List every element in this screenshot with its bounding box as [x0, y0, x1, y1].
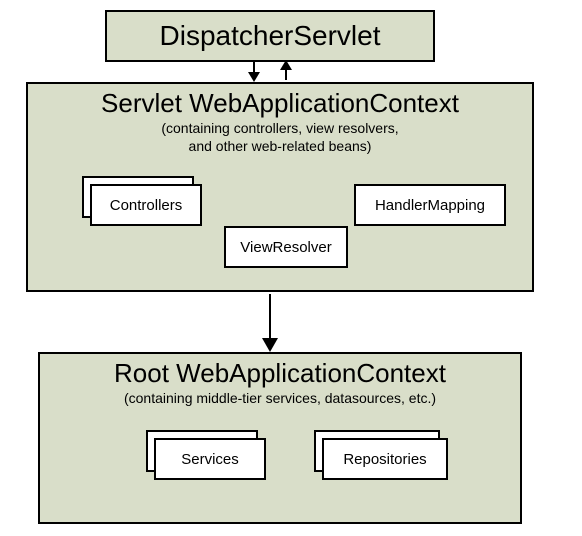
dispatcher-servlet-box: DispatcherServlet [105, 10, 435, 62]
servlet-context-title: Servlet WebApplicationContext [28, 88, 532, 119]
services-box: Services [154, 438, 266, 480]
arrow-dispatcher-to-servlet [240, 60, 300, 82]
servlet-context-box: Servlet WebApplicationContext (containin… [26, 82, 534, 292]
handlermapping-box: HandlerMapping [354, 184, 506, 226]
repositories-box: Repositories [322, 438, 448, 480]
root-context-subtitle: (containing middle-tier services, dataso… [40, 389, 520, 407]
arrow-servlet-to-root [256, 292, 284, 352]
handlermapping-label: HandlerMapping [375, 197, 485, 214]
viewresolver-label: ViewResolver [240, 239, 331, 256]
viewresolver-box: ViewResolver [224, 226, 348, 268]
servlet-context-subtitle1: (containing controllers, view resolvers, [28, 119, 532, 137]
services-label: Services [181, 451, 239, 468]
repositories-label: Repositories [343, 451, 426, 468]
dispatcher-servlet-title: DispatcherServlet [160, 20, 381, 52]
root-context-box: Root WebApplicationContext (containing m… [38, 352, 522, 524]
diagram-canvas: DispatcherServlet Servlet WebApplication… [0, 0, 582, 536]
servlet-context-subtitle2: and other web-related beans) [28, 137, 532, 155]
controllers-label: Controllers [110, 197, 183, 214]
controllers-box: Controllers [90, 184, 202, 226]
root-context-title: Root WebApplicationContext [40, 358, 520, 389]
